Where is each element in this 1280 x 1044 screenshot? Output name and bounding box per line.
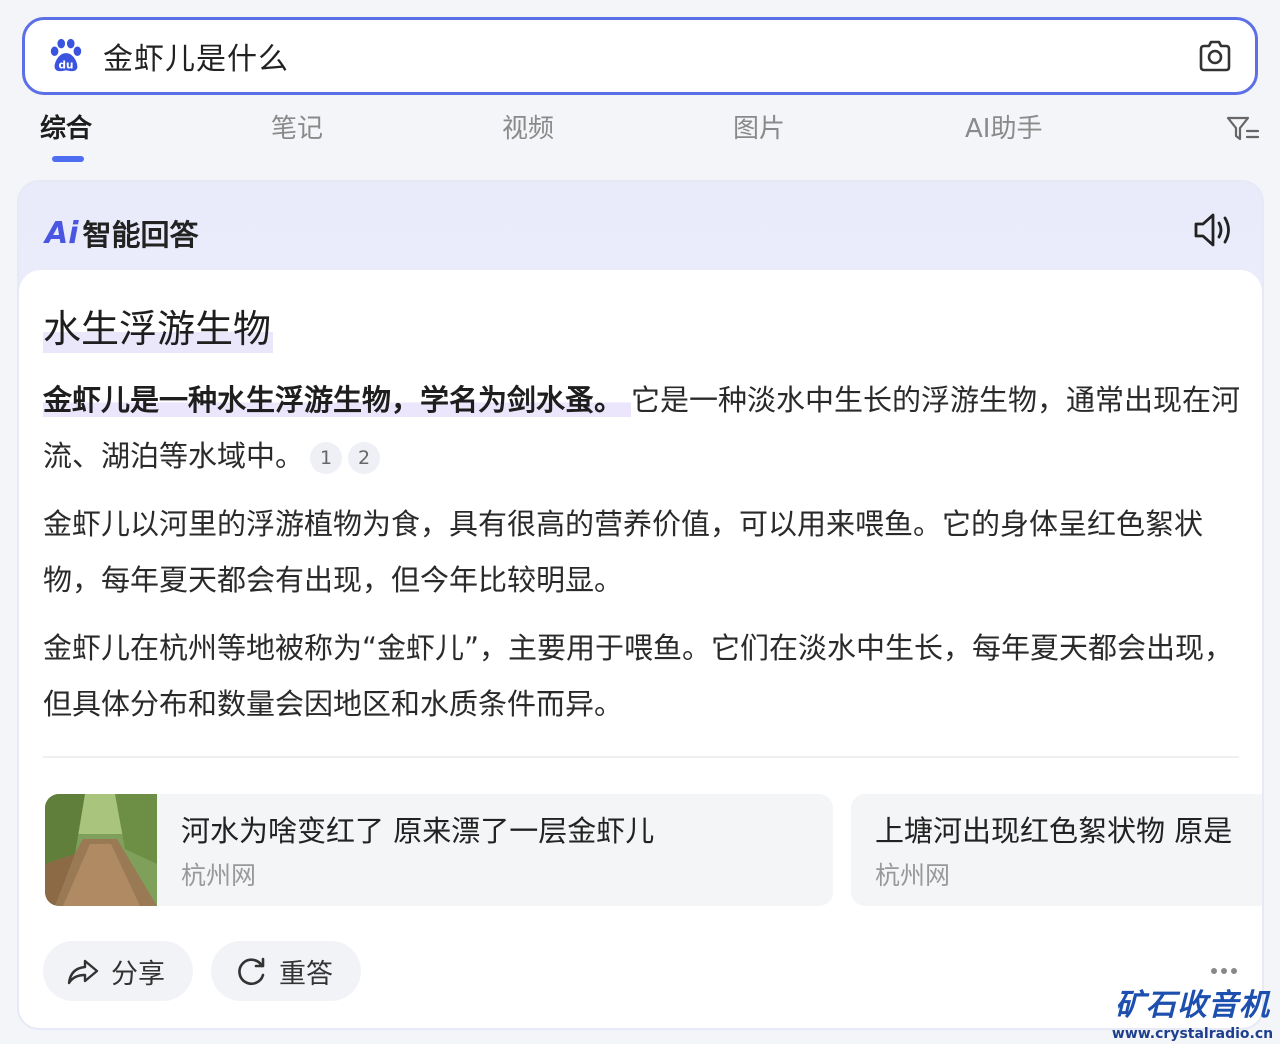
ai-answer-logo: Ai 智能回答: [45, 212, 199, 254]
tab-bar: 综合 笔记 视频 图片 AI助手: [0, 104, 1280, 164]
svg-text:du: du: [59, 59, 74, 71]
divider: [43, 756, 1239, 758]
share-label: 分享: [111, 958, 165, 990]
tab-ai-assistant[interactable]: AI助手: [965, 108, 1042, 145]
watermark: 矿石收音机 www.crystalradio.cn: [1110, 980, 1275, 1042]
answer-paragraph-3: 金虾儿在杭州等地被称为“金虾儿”，主要用于喂鱼。它们在淡水中生长，每年夏天都会出…: [43, 631, 1234, 721]
source-card[interactable]: 河水为啥变红了 原来漂了一层金虾儿 杭州网: [45, 794, 833, 906]
ai-answer-card: Ai 智能回答 水生浮游生物 金虾儿是一种水生浮游生物，学名为剑水蚤。 它是一种淡…: [17, 180, 1264, 1030]
source-site: 杭州网: [181, 861, 257, 890]
source-card[interactable]: 上塘河出现红色絮状物 原是 杭州网: [851, 794, 1262, 906]
source-title: 上塘河出现红色絮状物 原是: [875, 814, 1233, 848]
source-site: 杭州网: [875, 861, 951, 890]
citation-badge[interactable]: 2: [348, 442, 381, 474]
tab-images[interactable]: 图片: [733, 108, 785, 145]
ai-answer-body: 水生浮游生物 金虾儿是一种水生浮游生物，学名为剑水蚤。 它是一种淡水中生长的浮游生…: [19, 270, 1262, 1028]
tab-notes[interactable]: 笔记: [271, 108, 323, 145]
answer-key-sentence: 金虾儿是一种水生浮游生物，学名为剑水蚤。: [43, 383, 632, 417]
citation-badge[interactable]: 1: [310, 442, 343, 474]
tab-all[interactable]: 综合: [40, 108, 92, 145]
baidu-paw-icon: du: [50, 38, 82, 71]
river-thumbnail-image: [45, 794, 157, 906]
regenerate-label: 重答: [279, 958, 333, 990]
active-tab-indicator: [52, 156, 84, 162]
answer-headline: 水生浮游生物: [43, 298, 274, 353]
answer-paragraph-1: 金虾儿是一种水生浮游生物，学名为剑水蚤。 它是一种淡水中生长的浮游生物，通常出现在…: [43, 372, 1243, 484]
camera-icon[interactable]: [1195, 36, 1235, 76]
share-button[interactable]: 分享: [43, 941, 193, 1001]
answer-paragraph-2: 金虾儿以河里的浮游植物为食，具有很高的营养价值，可以用来喂鱼。它的身体呈红色絮状…: [43, 507, 1204, 597]
search-bar[interactable]: du 金虾儿是什么: [22, 17, 1258, 95]
source-title: 河水为啥变红了 原来漂了一层金虾儿: [181, 814, 655, 848]
filter-icon[interactable]: [1226, 114, 1260, 144]
refresh-icon: [238, 957, 265, 985]
search-input[interactable]: 金虾儿是什么: [103, 34, 1195, 78]
ai-answer-header: Ai 智能回答: [19, 182, 1262, 270]
watermark-url: www.crystalradio.cn: [1111, 1026, 1274, 1042]
more-options-icon[interactable]: [1209, 966, 1239, 976]
ai-answer-title: 智能回答: [82, 218, 199, 252]
speaker-icon[interactable]: [1192, 210, 1236, 250]
share-icon: [67, 959, 99, 985]
watermark-name: 矿石收音机: [1115, 988, 1270, 1023]
regenerate-button[interactable]: 重答: [211, 941, 361, 1001]
ai-mark: Ai: [45, 215, 79, 251]
tab-videos[interactable]: 视频: [502, 108, 554, 145]
